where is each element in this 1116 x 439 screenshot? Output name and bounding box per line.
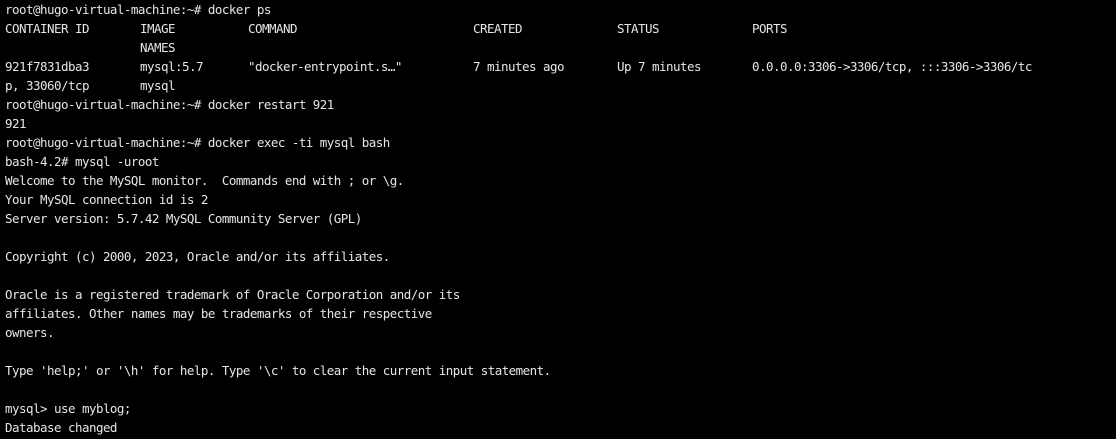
- header-ports: PORTS: [752, 21, 788, 36]
- docker-ps-header: CONTAINER ID IMAGE COMMAND CREATED STATU…: [0, 19, 1116, 38]
- header-created: CREATED: [473, 21, 523, 36]
- terminal-line: Type 'help;' or '\h' for help. Type '\c'…: [5, 363, 551, 378]
- cell-ports: 0.0.0.0:3306->3306/tcp, :::3306->3306/tc: [752, 59, 1032, 74]
- cell-status: Up 7 minutes: [617, 59, 701, 74]
- terminal-line: owners.: [5, 325, 55, 340]
- header-names: NAMES: [140, 40, 176, 55]
- cell-image: mysql:5.7: [140, 59, 203, 74]
- terminal-line: Copyright (c) 2000, 2023, Oracle and/or …: [5, 249, 390, 264]
- terminal-line: mysql> use myblog;: [5, 401, 131, 416]
- terminal-line: bash-4.2# mysql -uroot: [5, 154, 159, 169]
- terminal-window[interactable]: root@hugo-virtual-machine:~# docker ps C…: [0, 0, 1116, 439]
- header-image: IMAGE: [140, 21, 176, 36]
- cell-names: mysql: [140, 78, 176, 93]
- header-status: STATUS: [617, 21, 660, 36]
- header-command: COMMAND: [248, 21, 298, 36]
- docker-ps-header-wrap: NAMES: [0, 38, 1116, 57]
- cell-created: 7 minutes ago: [473, 59, 564, 74]
- terminal-line: root@hugo-virtual-machine:~# docker exec…: [5, 135, 390, 150]
- terminal-line: Database changed: [5, 420, 117, 435]
- cell-container-id: 921f7831dba3: [5, 59, 89, 74]
- terminal-line: root@hugo-virtual-machine:~# docker rest…: [5, 97, 334, 112]
- docker-ps-row-wrap: p, 33060/tcp mysql: [0, 76, 1116, 95]
- docker-ps-row: 921f7831dba3 mysql:5.7 "docker-entrypoin…: [0, 57, 1116, 76]
- terminal-line: affiliates. Other names may be trademark…: [5, 306, 432, 321]
- terminal-line: Your MySQL connection id is 2: [5, 192, 208, 207]
- header-container-id: CONTAINER ID: [5, 21, 89, 36]
- terminal-line: Welcome to the MySQL monitor. Commands e…: [5, 173, 404, 188]
- terminal-line: root@hugo-virtual-machine:~# docker ps: [5, 2, 271, 17]
- cell-command: "docker-entrypoint.s…": [248, 59, 402, 74]
- cell-ports-wrap: p, 33060/tcp: [5, 78, 89, 93]
- terminal-line: 921: [5, 116, 27, 131]
- terminal-line: Oracle is a registered trademark of Orac…: [5, 287, 460, 302]
- terminal-line: Server version: 5.7.42 MySQL Community S…: [5, 211, 362, 226]
